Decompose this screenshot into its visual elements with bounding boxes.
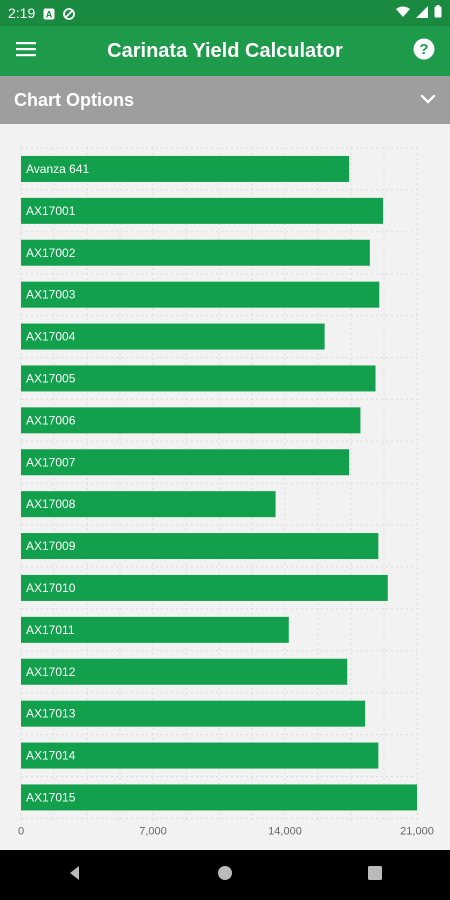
- bar-label: AX17003: [26, 288, 76, 302]
- bar-label: AX17008: [26, 497, 76, 511]
- home-button[interactable]: [205, 855, 245, 895]
- bar-label: AX17004: [26, 330, 76, 344]
- back-icon: [67, 865, 83, 886]
- status-left: 2:19 A: [8, 5, 76, 21]
- bar-label: AX17012: [26, 665, 76, 679]
- bar-label: AX17006: [26, 413, 76, 427]
- x-tick-label: 14,000: [268, 825, 302, 837]
- recents-icon: [367, 865, 383, 886]
- svg-text:A: A: [46, 10, 53, 20]
- yield-chart: Avanza 641 AX17001 AX17002 AX17003 AX17004 AX…: [0, 124, 450, 850]
- bar-label: AX17013: [26, 707, 76, 721]
- chart-options-label: Chart Options: [14, 89, 134, 110]
- yield-bar-chart: Avanza 641 AX17001 AX17002 AX17003 AX17004 AX…: [18, 147, 434, 837]
- status-right: [396, 5, 442, 21]
- bar-label: AX17014: [26, 749, 76, 763]
- chart-bar[interactable]: [21, 784, 417, 811]
- bar-label: AX17001: [26, 204, 76, 218]
- status-bar: 2:19 A: [0, 0, 450, 26]
- x-tick-label: 0: [18, 825, 24, 837]
- app-bar: Carinata Yield Calculator ?: [0, 26, 450, 76]
- recents-button[interactable]: [355, 855, 395, 895]
- help-icon: ?: [413, 38, 435, 65]
- bar-label: Avanza 641: [26, 162, 89, 176]
- chart-options-toggle[interactable]: Chart Options: [0, 76, 450, 124]
- help-button[interactable]: ?: [412, 38, 436, 65]
- chart-bar[interactable]: [21, 574, 388, 601]
- svg-text:?: ?: [419, 41, 428, 58]
- nav-bar: [0, 850, 450, 900]
- x-tick-label: 7,000: [139, 825, 167, 837]
- x-tick-label: 21,000: [400, 825, 434, 837]
- notification-a-icon: A: [43, 7, 55, 20]
- bar-label: AX17015: [26, 790, 76, 804]
- bar-label: AX17002: [26, 246, 76, 260]
- bar-label: AX17009: [26, 539, 76, 553]
- chevron-down-icon: [420, 91, 436, 109]
- bar-label: AX17011: [26, 623, 75, 637]
- signal-icon: [416, 5, 428, 21]
- no-tracking-icon: [63, 7, 76, 20]
- back-button[interactable]: [55, 855, 95, 895]
- home-icon: [217, 865, 233, 886]
- wifi-icon: [396, 5, 410, 21]
- battery-icon: [434, 5, 442, 21]
- bar-label: AX17010: [26, 581, 76, 595]
- menu-button[interactable]: [14, 39, 38, 63]
- app-title: Carinata Yield Calculator: [107, 39, 343, 62]
- status-time: 2:19: [8, 5, 36, 21]
- bar-label: AX17005: [26, 371, 76, 385]
- bar-label: AX17007: [26, 455, 76, 469]
- menu-icon: [16, 41, 36, 62]
